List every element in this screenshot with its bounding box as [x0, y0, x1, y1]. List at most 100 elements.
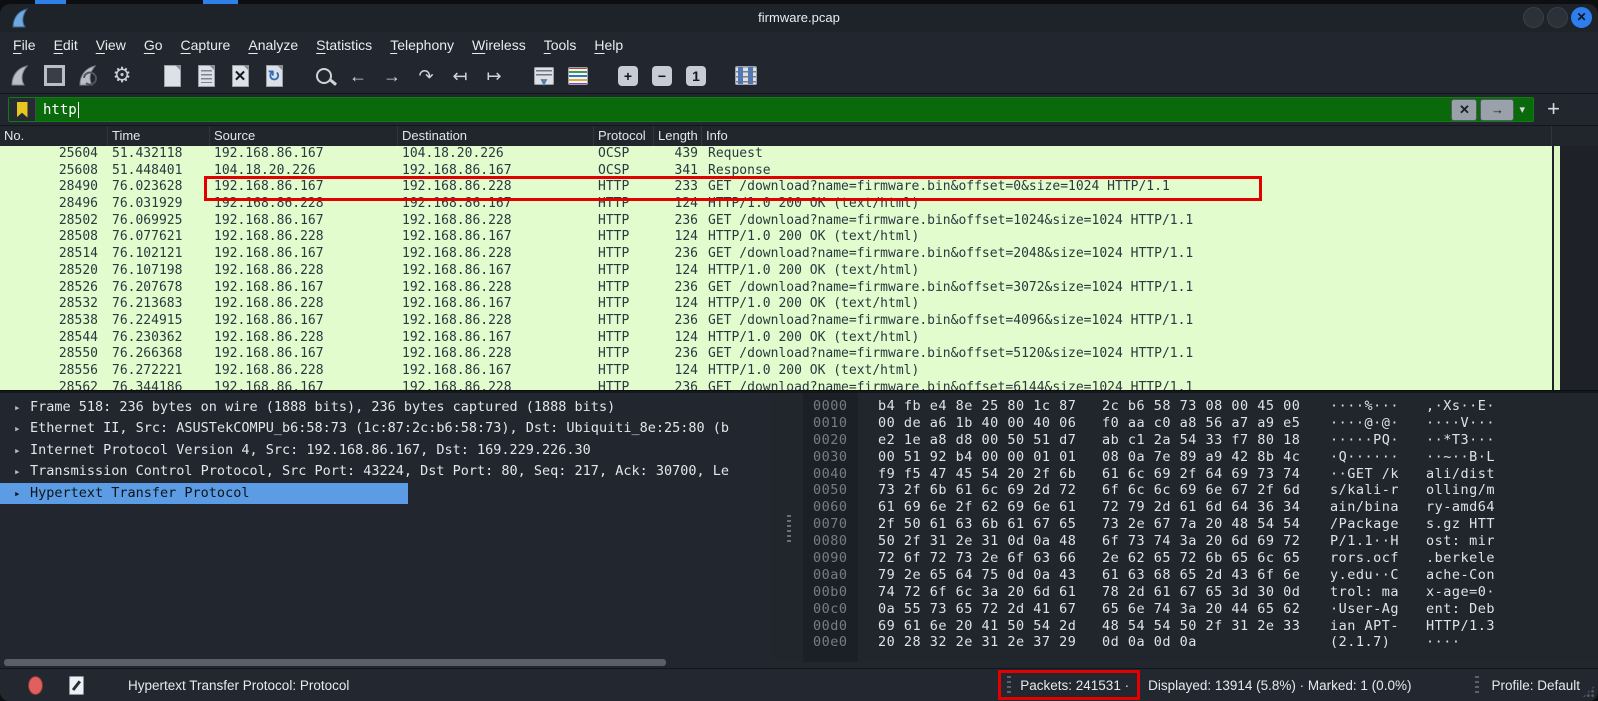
go-forward-button[interactable]: → [378, 62, 406, 90]
packet-row[interactable]: 28544 76.230362 192.168.86.228 192.168.8… [0, 330, 1552, 347]
display-filter-input[interactable]: http ✕ → ▾ [8, 97, 1534, 122]
menu-item[interactable]: Wireless [463, 32, 535, 58]
hex-dump-pane: 0000 b4 fb e4 8e 25 80 1c 87 2c b6 58 73… [803, 393, 1598, 662]
start-capture-button[interactable] [6, 62, 34, 90]
open-file-button[interactable] [158, 62, 186, 90]
packet-row[interactable]: 28526 76.207678 192.168.86.167 192.168.8… [0, 280, 1552, 297]
expand-arrow-icon[interactable]: ▸ [14, 418, 30, 439]
column-header-length[interactable]: Length [654, 126, 702, 146]
detail-row[interactable]: ▸Transmission Control Protocol, Src Port… [0, 461, 770, 482]
detail-row[interactable]: ▸Frame 518: 236 bytes on wire (1888 bits… [0, 397, 770, 418]
packet-row[interactable]: 28562 76.344186 192.168.86.167 192.168.8… [0, 380, 1552, 390]
packet-list-scrollbar[interactable] [1552, 146, 1598, 390]
reload-file-button[interactable]: ↻ [260, 62, 288, 90]
column-header-info[interactable]: Info [702, 126, 1552, 146]
capture-options-button[interactable]: ⚙ [108, 62, 136, 90]
menu-item[interactable]: Analyze [239, 32, 307, 58]
packet-row[interactable]: 28508 76.077621 192.168.86.228 192.168.8… [0, 229, 1552, 246]
close-button[interactable]: ✕ [1571, 7, 1592, 28]
save-file-button[interactable] [192, 62, 220, 90]
packet-list: 25604 51.432118 192.168.86.167 104.18.20… [0, 146, 1552, 390]
packet-row[interactable]: 28502 76.069925 192.168.86.167 192.168.8… [0, 213, 1552, 230]
hex-row[interactable]: 00d0 69 61 6e 20 41 50 54 2d 48 54 54 50… [803, 618, 1598, 635]
close-file-button[interactable]: ✕ [226, 62, 254, 90]
packet-row[interactable]: 28532 76.213683 192.168.86.228 192.168.8… [0, 296, 1552, 313]
hex-row[interactable]: 00e0 20 28 32 2e 31 2e 37 29 0d 0a 0d 0a… [803, 634, 1598, 651]
menu-item[interactable]: Help [585, 32, 632, 58]
detail-row[interactable]: ▸Ethernet II, Src: ASUSTekCOMPU_b6:58:73… [0, 418, 770, 439]
packet-row[interactable]: 25604 51.432118 192.168.86.167 104.18.20… [0, 146, 1552, 163]
go-back-button[interactable]: ← [344, 62, 372, 90]
colorize-button[interactable] [564, 62, 592, 90]
filter-dropdown-button[interactable]: ▾ [1519, 103, 1525, 116]
packet-row[interactable]: 28496 76.031929 192.168.86.228 192.168.8… [0, 196, 1552, 213]
restart-capture-button[interactable] [74, 62, 102, 90]
find-packet-button[interactable] [310, 62, 338, 90]
column-header-time[interactable]: Time [108, 126, 210, 146]
column-header-source[interactable]: Source [210, 126, 398, 146]
hex-row[interactable]: 0010 00 de a6 1b 40 00 40 06 f0 aa c0 a8… [803, 415, 1598, 432]
zoom-original-button[interactable]: 1 [682, 62, 710, 90]
hex-row[interactable]: 0090 72 6f 72 73 2e 6f 63 66 2e 62 65 72… [803, 550, 1598, 567]
menu-item[interactable]: View [87, 32, 135, 58]
packet-row[interactable]: 28520 76.107198 192.168.86.228 192.168.8… [0, 263, 1552, 280]
drag-handle-icon[interactable] [1007, 676, 1011, 694]
hex-row[interactable]: 0070 2f 50 61 63 6b 61 67 65 73 2e 67 7a… [803, 516, 1598, 533]
packet-row[interactable]: 25608 51.448401 104.18.20.226 192.168.86… [0, 163, 1552, 180]
go-to-packet-button[interactable]: ↷ [412, 62, 440, 90]
column-header-protocol[interactable]: Protocol [594, 126, 654, 146]
packet-row[interactable]: 28550 76.266368 192.168.86.167 192.168.8… [0, 346, 1552, 363]
expand-arrow-icon[interactable]: ▸ [14, 440, 30, 461]
zoom-out-button[interactable]: − [648, 62, 676, 90]
filter-bookmark-button[interactable] [9, 98, 36, 121]
auto-scroll-button[interactable]: ▼ [530, 62, 558, 90]
menu-item[interactable]: Telephony [381, 32, 463, 58]
menu-item[interactable]: Statistics [307, 32, 381, 58]
hex-row[interactable]: 0050 73 2f 6b 61 6c 69 2d 72 6f 6c 6c 69… [803, 482, 1598, 499]
hex-row[interactable]: 0040 f9 f5 47 45 54 20 2f 6b 61 6c 69 2f… [803, 466, 1598, 483]
menu-item[interactable]: Tools [535, 32, 586, 58]
menu-item[interactable]: Go [135, 32, 172, 58]
hex-row[interactable]: 00c0 0a 55 73 65 72 2d 41 67 65 6e 74 3a… [803, 601, 1598, 618]
capture-comment-icon[interactable] [69, 676, 84, 695]
expand-arrow-icon[interactable]: ▸ [14, 483, 30, 504]
resize-columns-button[interactable] [732, 62, 760, 90]
packet-row[interactable]: 28490 76.023628 192.168.86.167 192.168.8… [0, 179, 1552, 196]
menu-item[interactable]: Edit [45, 32, 87, 58]
maximize-button[interactable] [1547, 7, 1568, 28]
hex-row[interactable]: 0030 00 51 92 b4 00 00 01 01 08 0a 7e 89… [803, 449, 1598, 466]
hex-row[interactable]: 00b0 74 72 6f 6c 3a 20 6d 61 78 2d 61 67… [803, 584, 1598, 601]
expand-arrow-icon[interactable]: ▸ [14, 397, 30, 418]
column-header-destination[interactable]: Destination [398, 126, 594, 146]
packet-row[interactable]: 28556 76.272221 192.168.86.228 192.168.8… [0, 363, 1552, 380]
menu-item[interactable]: Capture [172, 32, 240, 58]
status-profile[interactable]: Profile: Default [1491, 678, 1580, 693]
close-file-icon: ✕ [232, 65, 249, 87]
packet-row[interactable]: 28538 76.224915 192.168.86.167 192.168.8… [0, 313, 1552, 330]
filter-add-button[interactable]: + [1547, 96, 1560, 122]
column-header-no[interactable]: No. [0, 126, 108, 146]
expert-info-icon[interactable] [28, 676, 43, 695]
hex-row[interactable]: 0020 e2 1e a8 d8 00 50 51 d7 ab c1 2a 54… [803, 432, 1598, 449]
drag-handle-icon[interactable] [1475, 676, 1479, 694]
minus-icon: − [652, 66, 672, 86]
hex-row[interactable]: 0060 61 69 6e 2f 62 69 6e 61 72 79 2d 61… [803, 499, 1598, 516]
pane-splitter[interactable] [770, 393, 803, 662]
hex-row[interactable]: 0080 50 2f 31 2e 31 0d 0a 48 6f 73 74 3a… [803, 533, 1598, 550]
stop-capture-button[interactable] [40, 62, 68, 90]
next-packet-button[interactable]: ↦ [480, 62, 508, 90]
zoom-in-button[interactable]: + [614, 62, 642, 90]
previous-packet-button[interactable]: ↤ [446, 62, 474, 90]
arrow-to-bar-right-icon: ↦ [486, 67, 501, 85]
packet-row[interactable]: 28514 76.102121 192.168.86.167 192.168.8… [0, 246, 1552, 263]
hex-row[interactable]: 0000 b4 fb e4 8e 25 80 1c 87 2c b6 58 73… [803, 398, 1598, 415]
menu-item[interactable]: File [4, 32, 45, 58]
filter-apply-button[interactable]: → [1480, 99, 1514, 121]
detail-row[interactable]: ▸Hypertext Transfer Protocol [0, 483, 408, 504]
expand-arrow-icon[interactable]: ▸ [14, 461, 30, 482]
filter-clear-button[interactable]: ✕ [1451, 99, 1477, 121]
minimize-button[interactable] [1523, 7, 1544, 28]
detail-row[interactable]: ▸Internet Protocol Version 4, Src: 192.1… [0, 440, 770, 461]
hex-row[interactable]: 00a0 79 2e 65 64 75 0d 0a 43 61 63 68 65… [803, 567, 1598, 584]
details-horizontal-scrollbar[interactable] [4, 659, 666, 666]
